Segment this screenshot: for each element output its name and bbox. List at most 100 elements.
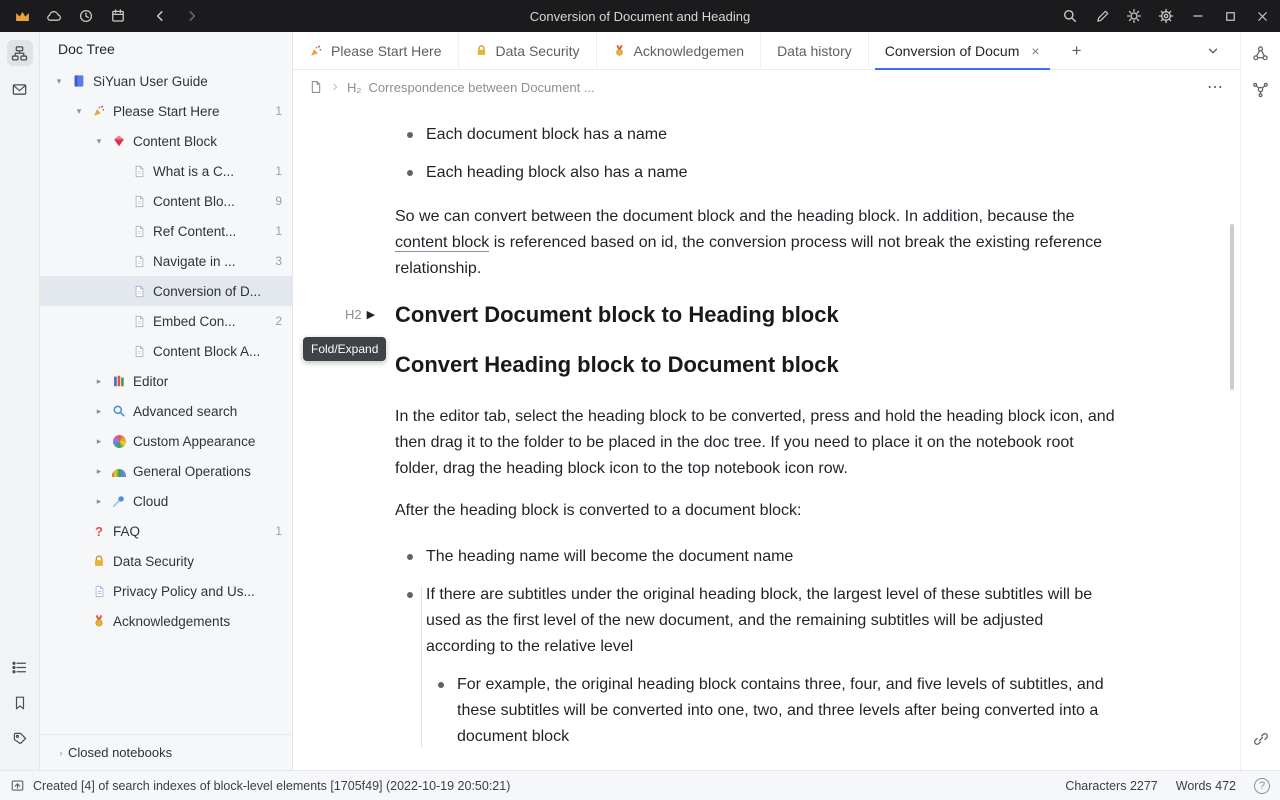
breadcrumb: H₂ Correspondence between Document ... ⋯ bbox=[293, 70, 1240, 104]
search-icon[interactable] bbox=[1054, 0, 1086, 32]
more-icon[interactable]: ⋯ bbox=[1207, 77, 1224, 97]
right-dock bbox=[1240, 32, 1280, 770]
tree-item-content-block[interactable]: ▾ Content Block bbox=[40, 126, 292, 156]
tree-item-label: Privacy Policy and Us... bbox=[113, 584, 255, 599]
tab-data-security[interactable]: Data Security bbox=[459, 32, 597, 70]
tree-item-label: Editor bbox=[133, 374, 168, 389]
medal-icon bbox=[613, 44, 626, 57]
chevron-down-icon[interactable]: ▾ bbox=[70, 106, 88, 117]
back-icon[interactable] bbox=[144, 0, 176, 32]
heading-convert-heading-to-document[interactable]: Convert Heading block to Document block bbox=[395, 348, 1117, 382]
crown-icon[interactable] bbox=[6, 0, 38, 32]
tree-item-label: Content Block bbox=[133, 134, 217, 149]
heading-convert-document-to-heading[interactable]: H2 ▶ Convert Document block to Heading b… bbox=[395, 298, 1117, 332]
paragraph[interactable]: So we can convert between the document b… bbox=[395, 204, 1117, 282]
edit-icon[interactable] bbox=[1086, 0, 1118, 32]
vertical-scrollbar[interactable] bbox=[1230, 224, 1234, 390]
chevron-right-icon[interactable]: ▸ bbox=[90, 406, 108, 417]
tab-conversion-of-document[interactable]: Conversion of Docum × bbox=[869, 32, 1056, 70]
chevron-down-icon[interactable]: ▾ bbox=[50, 76, 68, 87]
paragraph[interactable]: After the heading block is converted to … bbox=[395, 498, 1117, 524]
characters-count: Characters 2277 bbox=[1065, 779, 1157, 793]
link-icon[interactable] bbox=[1248, 726, 1274, 752]
list-item[interactable]: Each heading block also has a name bbox=[395, 160, 1117, 186]
chevron-down-icon[interactable]: ▾ bbox=[90, 136, 108, 147]
tree-item-privacy-policy[interactable]: Privacy Policy and Us... bbox=[40, 576, 292, 606]
tree-item-siyuan-user-guide[interactable]: ▾ SiYuan User Guide bbox=[40, 66, 292, 96]
tree-item-advanced-search[interactable]: ▸ Advanced search bbox=[40, 396, 292, 426]
tab-close-icon[interactable]: × bbox=[1031, 43, 1039, 59]
history-icon[interactable] bbox=[70, 0, 102, 32]
tree-item-content-block-doc[interactable]: Content Blo... 9 bbox=[40, 186, 292, 216]
chevron-right-icon[interactable]: ▸ bbox=[90, 466, 108, 477]
comet-icon bbox=[108, 494, 130, 508]
tree-item-general-operations[interactable]: ▸ General Operations bbox=[40, 456, 292, 486]
fold-arrow-icon[interactable]: ▶ bbox=[367, 298, 375, 332]
chevron-right-icon[interactable]: ▸ bbox=[90, 376, 108, 387]
file-icon bbox=[128, 315, 150, 328]
tag-icon[interactable] bbox=[7, 726, 33, 752]
tab-bar: Please Start Here Data Security Acknowle… bbox=[293, 32, 1240, 70]
tree-item-cloud[interactable]: ▸ Cloud bbox=[40, 486, 292, 516]
tab-label: Data Security bbox=[496, 43, 580, 59]
maximize-icon[interactable] bbox=[1214, 0, 1246, 32]
paragraph[interactable]: In the editor tab, select the heading bl… bbox=[395, 404, 1117, 482]
tree-item-label: Cloud bbox=[133, 494, 168, 509]
forward-icon[interactable] bbox=[176, 0, 208, 32]
tree-item-conversion-of-document[interactable]: Conversion of D... bbox=[40, 276, 292, 306]
tree-item-faq[interactable]: ? FAQ 1 bbox=[40, 516, 292, 546]
tree-item-custom-appearance[interactable]: ▸ Custom Appearance bbox=[40, 426, 292, 456]
tab-please-start-here[interactable]: Please Start Here bbox=[293, 32, 459, 70]
tree-item-acknowledgements[interactable]: Acknowledgements bbox=[40, 606, 292, 636]
closed-notebooks[interactable]: › Closed notebooks bbox=[40, 734, 292, 770]
breadcrumb-item[interactable]: Correspondence between Document ... bbox=[368, 80, 594, 95]
file-icon bbox=[128, 225, 150, 238]
block-ref-link[interactable]: content block bbox=[395, 234, 489, 252]
editor-content-area[interactable]: Each document block has a name Each head… bbox=[293, 104, 1240, 770]
tree-item-data-security[interactable]: Data Security bbox=[40, 546, 292, 576]
bookmark-icon[interactable] bbox=[7, 690, 33, 716]
list-item[interactable]: If there are subtitles under the origina… bbox=[395, 582, 1117, 750]
inbox-icon[interactable] bbox=[7, 76, 33, 102]
tab-label: Data history bbox=[777, 43, 852, 59]
tree-item-embed-content[interactable]: Embed Con... 2 bbox=[40, 306, 292, 336]
tree-item-label: Navigate in ... bbox=[153, 254, 236, 269]
close-icon[interactable] bbox=[1246, 0, 1278, 32]
tree-item-ref-content[interactable]: Ref Content... 1 bbox=[40, 216, 292, 246]
global-graph-icon[interactable] bbox=[1248, 76, 1274, 102]
chevron-right-icon[interactable]: ▸ bbox=[90, 436, 108, 447]
chevron-right-icon: › bbox=[54, 748, 68, 758]
cloud-icon[interactable] bbox=[38, 0, 70, 32]
list-item[interactable]: For example, the original heading block … bbox=[426, 672, 1117, 750]
tab-acknowledgements[interactable]: Acknowledgemen bbox=[597, 32, 762, 70]
tree-item-please-start-here[interactable]: ▾ Please Start Here 1 bbox=[40, 96, 292, 126]
tree-item-editor[interactable]: ▸ Editor bbox=[40, 366, 292, 396]
doc-tree-dock-icon[interactable] bbox=[7, 40, 33, 66]
doc-tree-header: Doc Tree bbox=[40, 32, 292, 66]
theme-icon[interactable] bbox=[1118, 0, 1150, 32]
tree-item-content-block-a[interactable]: Content Block A... bbox=[40, 336, 292, 366]
minimize-icon[interactable] bbox=[1182, 0, 1214, 32]
bullet-list: The heading name will become the documen… bbox=[395, 544, 1117, 750]
tree-item-label: General Operations bbox=[133, 464, 251, 479]
new-tab-button[interactable]: + bbox=[1062, 36, 1092, 66]
tree-item-navigate-in[interactable]: Navigate in ... 3 bbox=[40, 246, 292, 276]
tree-item-count: 1 bbox=[269, 164, 282, 178]
chevron-right-icon[interactable]: ▸ bbox=[90, 496, 108, 507]
daily-note-icon[interactable] bbox=[102, 0, 134, 32]
tree-item-what-is-a-content-block[interactable]: What is a C... 1 bbox=[40, 156, 292, 186]
party-icon bbox=[309, 44, 323, 58]
outline-icon[interactable] bbox=[7, 654, 33, 680]
tab-data-history[interactable]: Data history bbox=[761, 32, 869, 70]
graph-icon[interactable] bbox=[1248, 40, 1274, 66]
lock-icon bbox=[88, 554, 110, 568]
doc-tree: ▾ SiYuan User Guide ▾ Please Start Here … bbox=[40, 66, 292, 734]
list-item[interactable]: The heading name will become the documen… bbox=[395, 544, 1117, 570]
list-item[interactable]: Each document block has a name bbox=[395, 122, 1117, 148]
tree-item-label: Content Block A... bbox=[153, 344, 260, 359]
tab-list-caret-icon[interactable] bbox=[1200, 38, 1226, 64]
document-icon[interactable] bbox=[309, 80, 323, 94]
settings-icon[interactable] bbox=[1150, 0, 1182, 32]
heading-text: Convert Heading block to Document block bbox=[395, 352, 839, 377]
help-icon[interactable]: ? bbox=[1254, 778, 1270, 794]
